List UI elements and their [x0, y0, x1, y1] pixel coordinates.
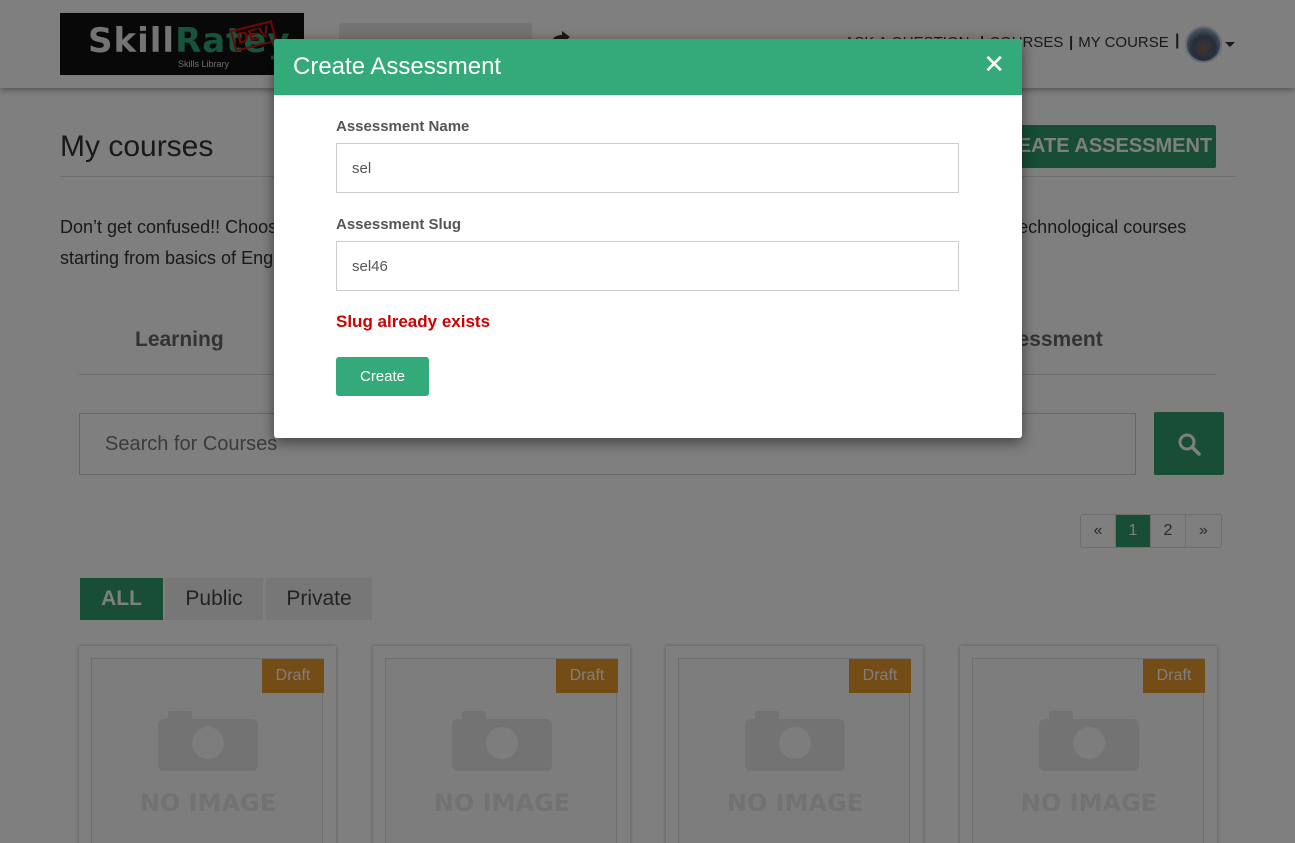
- create-assessment-modal: Create Assessment ✕ Assessment Name Asse…: [274, 39, 1022, 438]
- modal-header: Create Assessment ✕: [274, 39, 1022, 95]
- slug-error-message: Slug already exists: [336, 312, 491, 331]
- assessment-slug-field: [336, 241, 959, 291]
- assessment-slug-label: Assessment Slug: [336, 216, 462, 233]
- assessment-name-field: [336, 143, 959, 193]
- modal-title: Create Assessment: [293, 53, 502, 80]
- close-icon[interactable]: ✕: [983, 50, 1005, 80]
- create-button[interactable]: Create: [336, 357, 429, 396]
- assessment-name-label: Assessment Name: [336, 118, 470, 135]
- assessment-name-input[interactable]: [337, 144, 958, 192]
- assessment-slug-input[interactable]: [337, 242, 958, 290]
